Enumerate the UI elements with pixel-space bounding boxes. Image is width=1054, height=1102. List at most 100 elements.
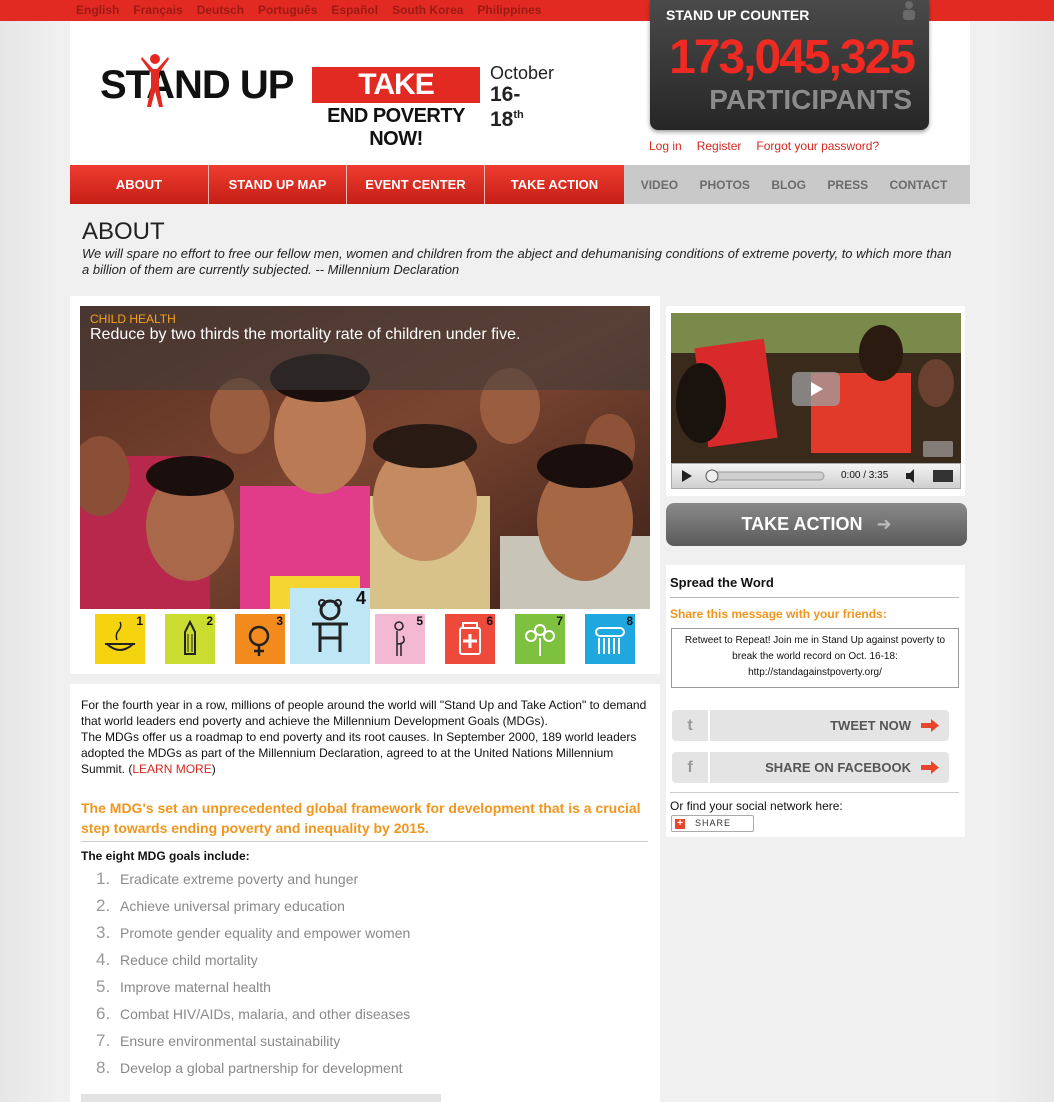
goal-number: 5	[416, 614, 423, 628]
goal-4-tile[interactable]: 4	[290, 588, 370, 664]
video-controls: 0:00 / 3:35	[671, 463, 961, 489]
divider	[670, 792, 959, 793]
goal-index: 7.	[96, 1031, 111, 1050]
event-days-text: 16-18	[490, 83, 521, 131]
language-link[interactable]: Philippines	[477, 3, 541, 17]
nav-video[interactable]: VIDEO	[641, 178, 678, 192]
goals-heading: The eight MDG goals include:	[81, 849, 250, 863]
goal-text: Ensure environmental sustainability	[120, 1033, 341, 1049]
nav-take-action[interactable]: TAKE ACTION	[485, 165, 624, 204]
goal-1-tile[interactable]: 1	[95, 614, 145, 664]
list-item: 5. Improve maternal health	[96, 977, 410, 1004]
event-date: October 16-18th	[490, 63, 554, 130]
divider	[670, 597, 959, 598]
take-action-button[interactable]: TAKE ACTION ➜	[666, 503, 967, 546]
goal-5-tile[interactable]: 5	[375, 614, 425, 664]
tweet-now-button[interactable]: t TWEET NOW	[672, 710, 949, 741]
login-link[interactable]: Log in	[649, 139, 682, 153]
stand-up-counter: STAND UP COUNTER 173,045,325 PARTICIPANT…	[650, 0, 929, 130]
plus-icon: +	[675, 819, 685, 829]
goal-2-tile[interactable]: 2	[165, 614, 215, 664]
goal-text: Eradicate extreme poverty and hunger	[120, 871, 359, 887]
divider	[81, 841, 648, 842]
standing-figure-icon	[141, 54, 169, 107]
logo-take-action-text: TAKE ACTION	[312, 67, 480, 137]
goal-number: 7	[556, 614, 563, 628]
list-item: 6. Combat HIV/AIDs, malaria, and other di…	[96, 1004, 410, 1031]
goal-text: Combat HIV/AIDs, malaria, and other dise…	[120, 1006, 411, 1022]
goal-index: 5.	[96, 977, 111, 996]
list-item: 4. Reduce child mortality	[96, 950, 410, 977]
learn-more-link[interactable]: LEARN MORE	[132, 762, 211, 776]
nav-about[interactable]: ABOUT	[70, 165, 209, 204]
video-time: 0:00 / 3:35	[841, 470, 889, 481]
goals-list: 1. Eradicate extreme poverty and hunger 2…	[96, 869, 410, 1085]
goal-3-tile[interactable]: 3	[235, 614, 285, 664]
forgot-password-link[interactable]: Forgot your password?	[756, 139, 879, 153]
goal-text: Achieve universal primary education	[120, 898, 345, 914]
list-item: 2. Achieve universal primary education	[96, 896, 410, 923]
language-link[interactable]: South Korea	[392, 3, 463, 17]
intro-text: For the fourth year in a row, millions o…	[81, 697, 651, 777]
goal-category: CHILD HEALTH	[90, 312, 176, 326]
share-facebook-button[interactable]: f SHARE ON FACEBOOK	[672, 752, 949, 783]
register-link[interactable]: Register	[697, 139, 742, 153]
spread-subtitle: Share this message with your friends:	[670, 607, 887, 621]
goal-text: Reduce child mortality	[120, 952, 258, 968]
language-link[interactable]: Español	[331, 3, 378, 17]
video-controls-bar	[682, 469, 953, 483]
goal-caption: Reduce by two thirds the mortality rate …	[90, 326, 521, 343]
goal-text: Develop a global partnership for develop…	[120, 1060, 403, 1076]
play-button[interactable]	[792, 372, 840, 406]
counter-title: STAND UP COUNTER	[666, 7, 810, 23]
intro-paragraph-2-end: )	[211, 762, 216, 776]
goal-number: 1	[136, 614, 143, 628]
goal-index: 4.	[96, 950, 111, 969]
language-link[interactable]: Français	[133, 3, 182, 17]
goal-number: 4	[355, 588, 366, 608]
nav-contact[interactable]: CONTACT	[890, 178, 948, 192]
share-facebook-label: SHARE ON FACEBOOK	[765, 760, 911, 775]
goal-number: 6	[486, 614, 493, 628]
arrow-right-icon	[921, 761, 939, 774]
auth-links: Log in Register Forgot your password?	[649, 139, 894, 153]
goal-number: 8	[626, 614, 633, 628]
nav-stand-up-map[interactable]: STAND UP MAP	[209, 165, 347, 204]
language-link[interactable]: English	[76, 3, 119, 17]
list-item: 7. Ensure environmental sustainability	[96, 1031, 410, 1058]
share-label: SHARE	[695, 818, 732, 828]
secondary-nav: VIDEO PHOTOS BLOG PRESS CONTACT	[624, 165, 970, 204]
main-nav: ABOUT STAND UP MAP EVENT CENTER TAKE ACT…	[70, 165, 970, 204]
page-title: ABOUT	[82, 218, 165, 245]
goal-7-tile[interactable]: 7	[515, 614, 565, 664]
nav-event-center[interactable]: EVENT CENTER	[347, 165, 485, 204]
language-list: English Français Deutsch Português Españ…	[76, 3, 555, 17]
twitter-icon: t	[672, 710, 710, 741]
goal-icon-strip: 1 2 3 4 5 6 7 8	[80, 588, 650, 668]
goal-index: 2.	[96, 896, 111, 915]
goal-number: 2	[206, 614, 213, 628]
list-item: 1. Eradicate extreme poverty and hunger	[96, 869, 410, 896]
nav-photos[interactable]: PHOTOS	[699, 178, 749, 192]
goal-6-tile[interactable]: 6	[445, 614, 495, 664]
counter-label: PARTICIPANTS	[709, 84, 912, 115]
goal-number: 3	[276, 614, 283, 628]
nav-blog[interactable]: BLOG	[771, 178, 806, 192]
goal-text: Improve maternal health	[120, 979, 271, 995]
goal-index: 3.	[96, 923, 111, 942]
list-item: 3. Promote gender equality and empower wo…	[96, 923, 410, 950]
language-link[interactable]: Português	[258, 3, 317, 17]
facebook-icon: f	[672, 752, 710, 783]
nav-press[interactable]: PRESS	[827, 178, 868, 192]
take-action-label: TAKE ACTION	[741, 514, 863, 534]
spread-title: Spread the Word	[670, 575, 774, 590]
site-logo[interactable]: STAND UP TAKE ACTION END POVERTY NOW! Oc…	[100, 54, 554, 150]
play-icon	[811, 382, 823, 396]
language-link[interactable]: Deutsch	[197, 3, 244, 17]
tweet-message-box[interactable]: Retweet to Repeat! Join me in Stand Up a…	[671, 628, 959, 688]
goal-8-tile[interactable]: 8	[585, 614, 635, 664]
addthis-share-button[interactable]: + SHARE	[671, 815, 754, 832]
arrow-right-icon	[921, 719, 939, 732]
declaration-quote: We will spare no effort to free our fell…	[82, 246, 952, 277]
hero-image: CHILD HEALTH Reduce by two thirds the mo…	[80, 306, 650, 609]
